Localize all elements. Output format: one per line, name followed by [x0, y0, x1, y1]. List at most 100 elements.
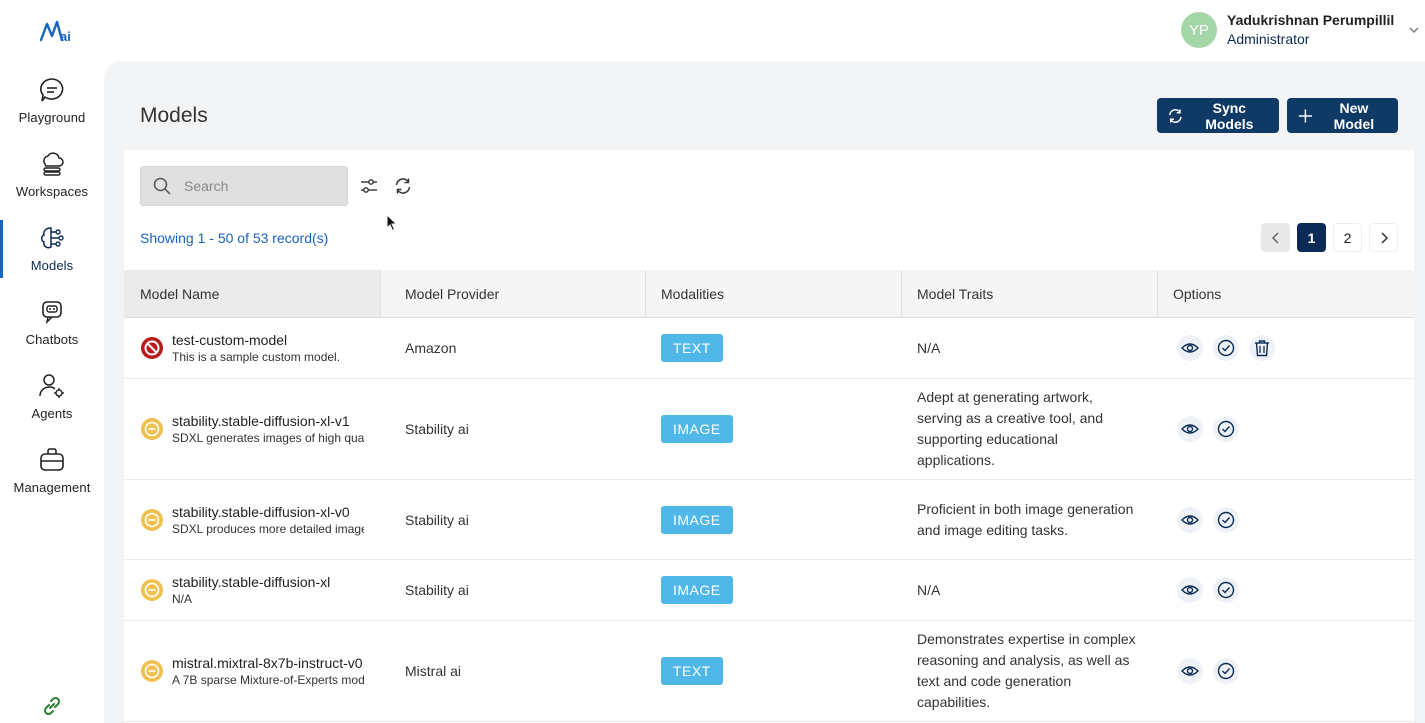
view-button[interactable] — [1177, 416, 1203, 442]
pending-status-icon — [141, 660, 163, 682]
sidebar-item-models[interactable]: Models — [0, 220, 104, 284]
sync-models-label: Sync Models — [1205, 99, 1254, 132]
svg-text:ai: ai — [60, 29, 71, 44]
view-button[interactable] — [1177, 658, 1203, 684]
pending-status-icon — [141, 508, 163, 531]
sidebar-item-label: Playground — [18, 110, 86, 125]
table-header: Model Name Model Provider Modalities Mod… — [124, 270, 1414, 318]
approve-button[interactable] — [1213, 416, 1239, 442]
check-circle-icon — [1217, 511, 1235, 528]
model-description: SDXL generates images of high quality — [172, 431, 364, 445]
view-button[interactable] — [1177, 335, 1203, 361]
app-logo[interactable]: ai — [38, 18, 74, 44]
eye-icon — [1181, 585, 1199, 595]
approve-button[interactable] — [1213, 335, 1239, 361]
approve-button[interactable] — [1213, 506, 1239, 533]
approve-button[interactable] — [1213, 577, 1239, 603]
eye-icon — [1181, 514, 1199, 525]
page-title: Models — [140, 104, 208, 127]
sync-models-button[interactable]: Sync Models — [1157, 98, 1279, 133]
pagination-page-1[interactable]: 1 — [1297, 223, 1326, 252]
pending-status-icon — [141, 579, 163, 601]
table-row[interactable]: stability.stable-diffusion-xl N/A Stabil… — [124, 560, 1414, 621]
sidebar-item-label: Workspaces — [15, 184, 89, 199]
sidebar-item-management[interactable]: Management — [0, 446, 104, 506]
refresh-icon[interactable] — [393, 176, 413, 196]
plus-icon — [1298, 108, 1312, 123]
model-name: test-custom-model — [172, 332, 288, 348]
model-description: A 7B sparse Mixture-of-Experts model — [172, 673, 364, 687]
model-traits: N/A — [917, 581, 941, 598]
column-header-modalities[interactable]: Modalities — [645, 270, 901, 317]
column-header-model-name[interactable]: Model Name — [124, 270, 380, 317]
table-row[interactable]: stability.stable-diffusion-xl-v0 SDXL pr… — [124, 480, 1414, 560]
modality-badge: IMAGE — [661, 505, 733, 534]
sync-icon — [1169, 108, 1182, 123]
briefcase-icon — [40, 448, 64, 471]
brain-icon — [41, 227, 64, 249]
pagination-page-2[interactable]: 2 — [1333, 223, 1362, 252]
table-row[interactable]: mistral.mixtral-8x7b-instruct-v0:1 A 7B … — [124, 621, 1414, 722]
user-menu[interactable]: YP Yadukrishnan Perumpillil Administrato… — [1181, 11, 1420, 49]
eye-icon — [1181, 343, 1199, 353]
model-name: stability.stable-diffusion-xl — [172, 574, 331, 590]
sidebar-item-label: Models — [30, 258, 74, 273]
modality-badge: IMAGE — [661, 415, 733, 443]
table-row[interactable]: test-custom-model This is a sample custo… — [124, 318, 1414, 379]
column-header-model-traits[interactable]: Model Traits — [901, 270, 1157, 317]
model-provider: Stability ai — [405, 582, 469, 598]
model-traits: Demonstrates expertise in complex reason… — [917, 631, 1136, 710]
sidebar-item-label: Chatbots — [25, 332, 79, 347]
search-box[interactable] — [140, 166, 348, 206]
view-button[interactable] — [1177, 506, 1203, 533]
search-icon — [153, 177, 171, 195]
mouse-cursor-icon — [386, 214, 398, 232]
chevron-right-icon — [1380, 231, 1388, 244]
model-name: stability.stable-diffusion-xl-v1 — [172, 413, 350, 429]
chevron-down-icon[interactable] — [1408, 24, 1420, 36]
sidebar-item-workspaces[interactable]: Workspaces — [0, 150, 104, 210]
column-header-options: Options — [1173, 285, 1222, 302]
sidebar-item-chatbots[interactable]: Chatbots — [0, 298, 104, 358]
model-description: N/A — [172, 592, 193, 606]
new-model-button[interactable]: New Model — [1287, 98, 1398, 133]
check-circle-icon — [1217, 662, 1235, 680]
new-model-label: New Model — [1333, 99, 1375, 132]
pagination-next-button[interactable] — [1369, 223, 1398, 252]
user-name: Yadukrishnan Perumpillil — [1227, 12, 1395, 28]
model-name: mistral.mixtral-8x7b-instruct-v0:1 — [172, 655, 364, 671]
modality-badge: IMAGE — [661, 576, 733, 604]
table-row[interactable]: stability.stable-diffusion-xl-v1 SDXL ge… — [124, 379, 1414, 480]
model-provider: Stability ai — [405, 421, 469, 437]
sidebar-item-playground[interactable]: Playground — [0, 76, 104, 136]
sidebar: ai Playground Workspaces Models Chatbots… — [0, 0, 104, 723]
view-button[interactable] — [1177, 577, 1203, 603]
sidebar-item-label: Management — [13, 480, 91, 495]
pending-status-icon — [141, 418, 163, 440]
model-traits: Adept at generating artwork, serving as … — [917, 389, 1103, 468]
model-provider: Mistral ai — [405, 663, 462, 679]
trash-icon — [1255, 340, 1269, 357]
sidebar-item-agents[interactable]: Agents — [0, 372, 104, 432]
agent-icon — [39, 374, 64, 398]
chat-bubble-icon — [40, 78, 64, 102]
check-circle-icon — [1217, 420, 1235, 438]
user-role: Administrator — [1227, 31, 1310, 47]
eye-icon — [1181, 424, 1199, 434]
pagination-prev-button[interactable] — [1261, 223, 1290, 252]
column-header-model-provider[interactable]: Model Provider — [389, 270, 645, 317]
approve-button[interactable] — [1213, 658, 1239, 684]
blocked-status-icon — [141, 337, 163, 359]
modality-badge: TEXT — [661, 657, 723, 685]
cloud-stack-icon — [43, 152, 64, 176]
search-input[interactable] — [184, 178, 334, 194]
model-name: stability.stable-diffusion-xl-v0 — [172, 503, 350, 520]
delete-button[interactable] — [1249, 335, 1275, 361]
link-icon[interactable] — [40, 694, 64, 718]
model-provider: Amazon — [405, 340, 457, 356]
model-description: This is a sample custom model. — [172, 350, 341, 364]
filter-sliders-icon[interactable] — [359, 176, 379, 196]
model-traits: N/A — [917, 339, 941, 356]
modality-badge: TEXT — [661, 334, 723, 362]
model-traits: Proficient in both image generation and … — [917, 500, 1134, 538]
